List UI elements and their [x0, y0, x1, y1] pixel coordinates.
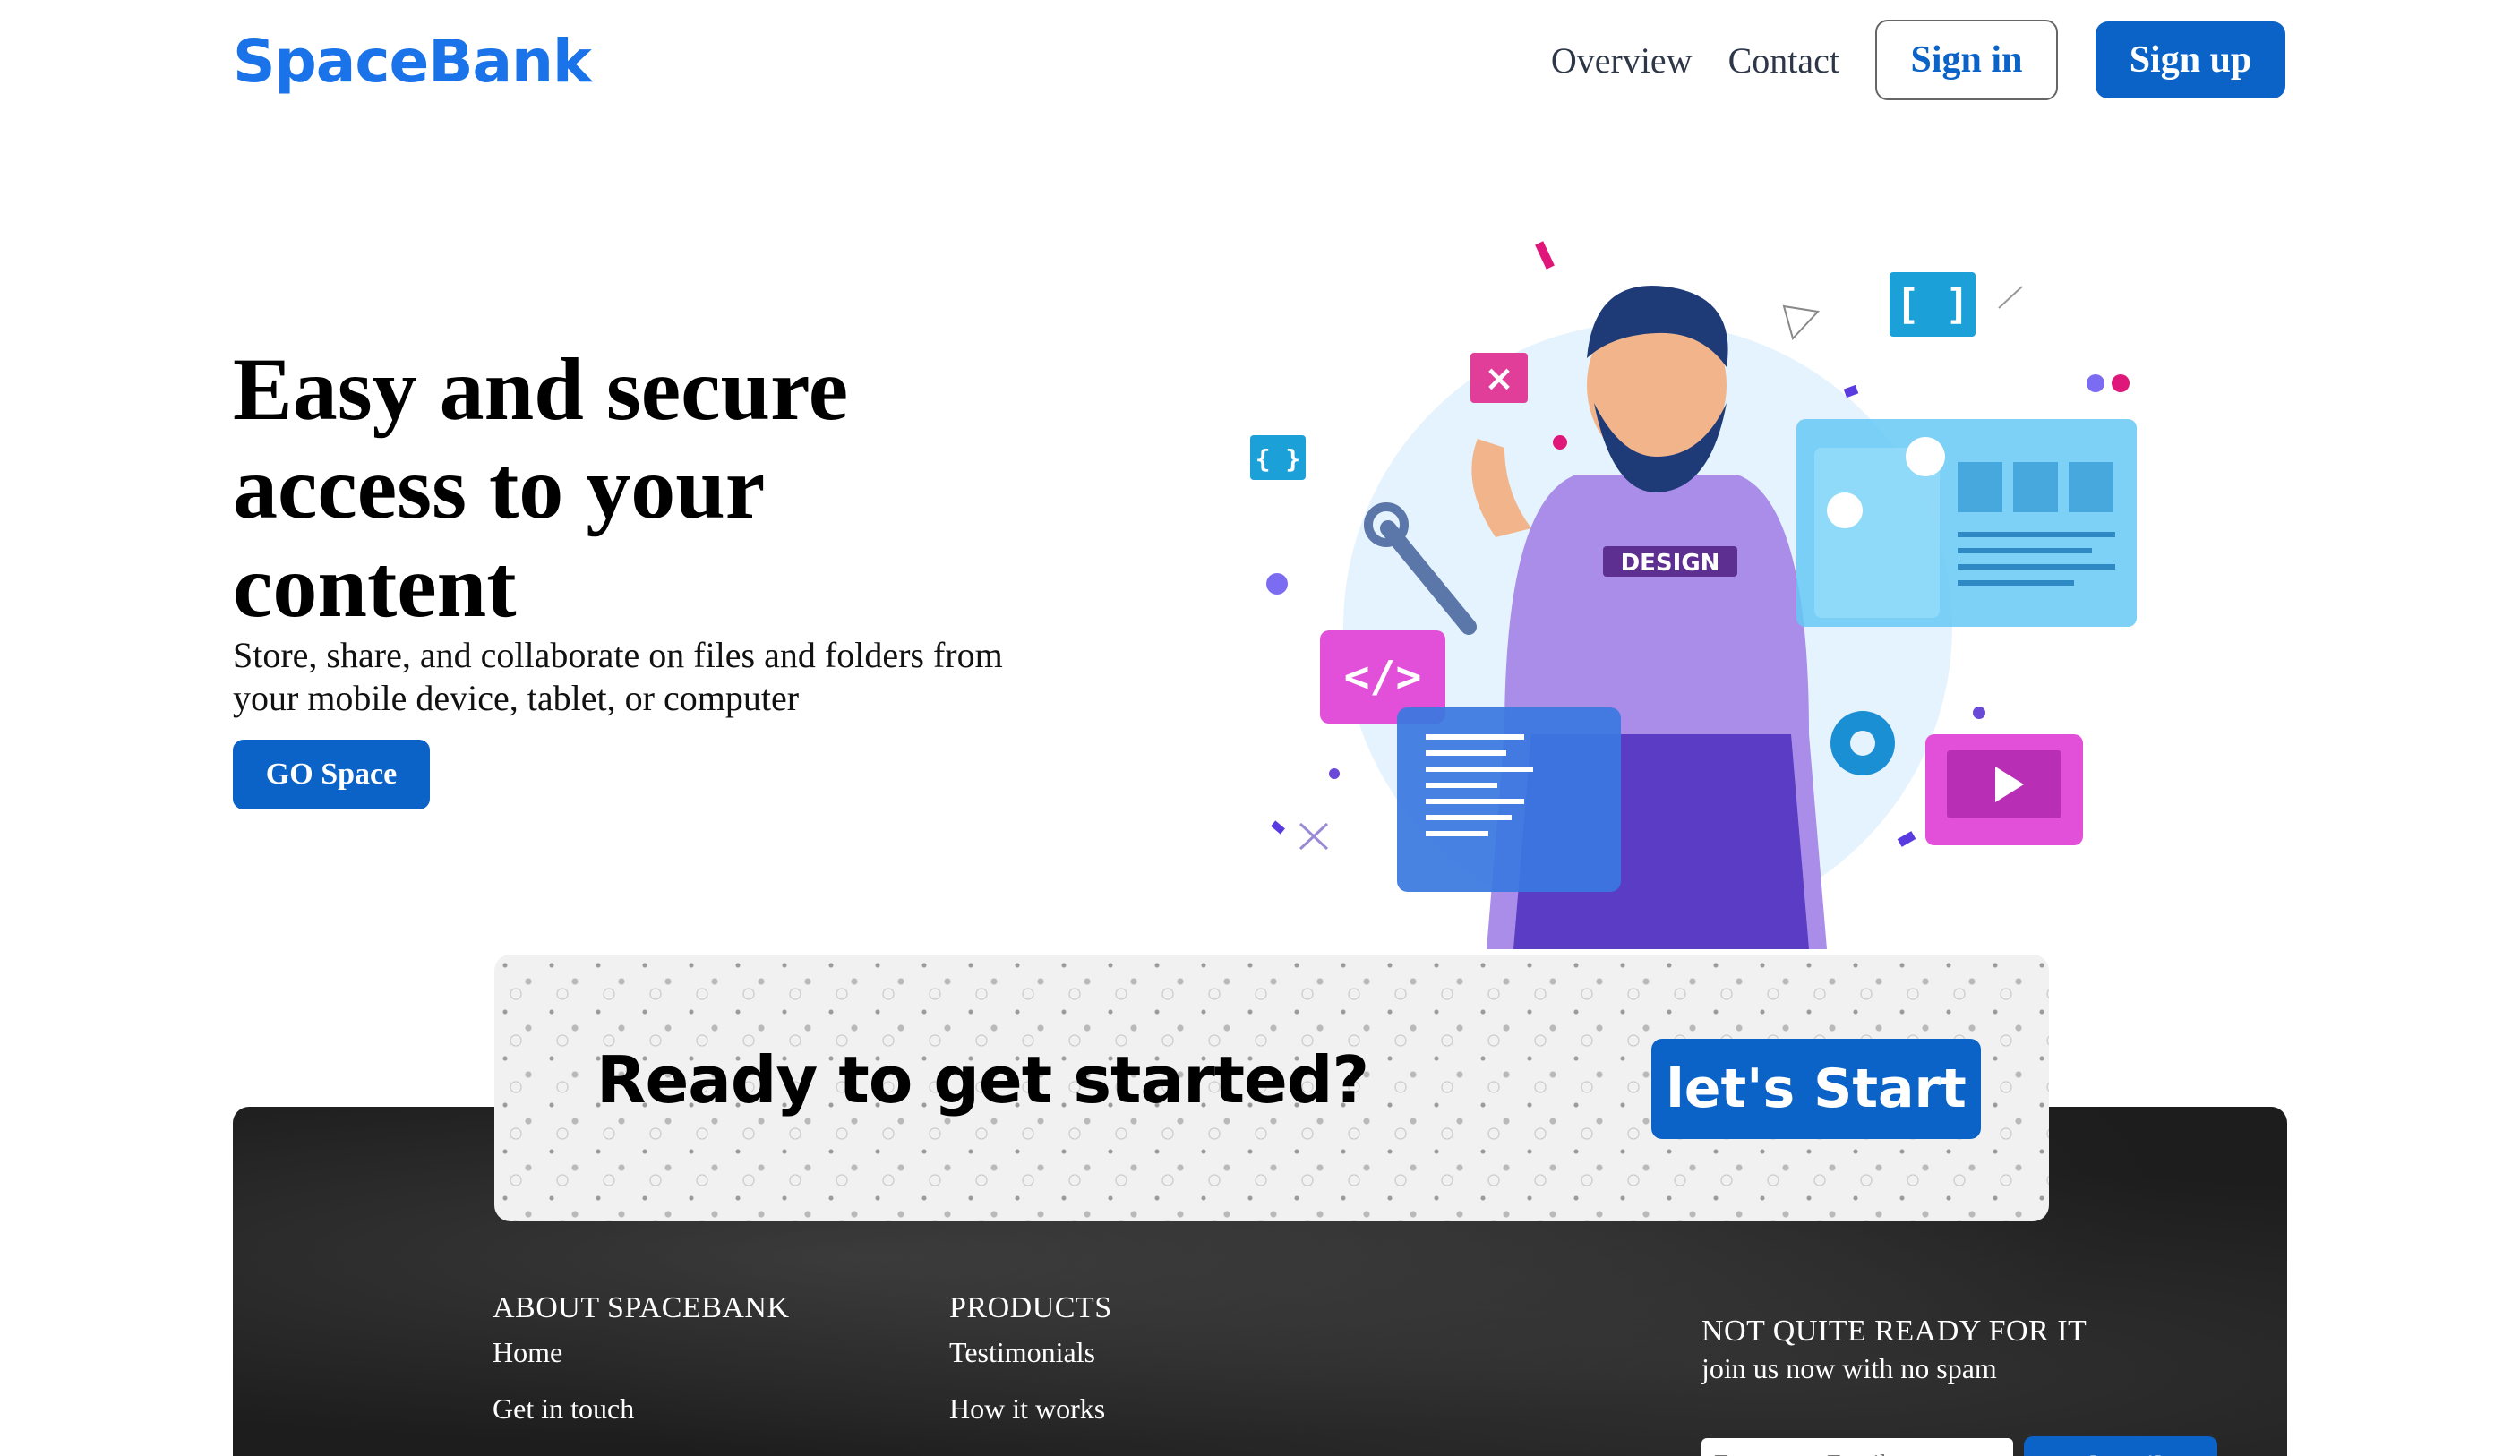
footer-link-get-in-touch[interactable]: Get in touch — [493, 1392, 790, 1426]
sign-up-button[interactable]: Sign up — [2096, 21, 2285, 98]
lets-start-button[interactable]: let's Start — [1651, 1039, 1981, 1139]
hero-subtitle: Store, share, and collaborate on files a… — [233, 635, 1003, 718]
svg-text:[ ]: [ ] — [1895, 280, 1969, 329]
hero-title: Easy and secure access to your content — [233, 339, 849, 636]
footer-about-column: ABOUT SPACEBANK Home Get in touch — [493, 1291, 790, 1449]
sign-in-button[interactable]: Sign in — [1875, 20, 2058, 100]
footer-about-heading: ABOUT SPACEBANK — [493, 1291, 790, 1324]
hero-illustration: [ ] { } DESIGN × </> — [1250, 241, 2137, 949]
go-space-button[interactable]: GO Space — [233, 740, 430, 809]
footer-link-how-it-works[interactable]: How it works — [949, 1392, 1112, 1426]
nav-link-overview[interactable]: Overview — [1551, 39, 1693, 81]
svg-text:{ }: { } — [1256, 444, 1301, 474]
newsletter-text: join us now with no spam — [1701, 1352, 1997, 1384]
nav-link-contact[interactable]: Contact — [1728, 39, 1839, 81]
footer-products-column: PRODUCTS Testimonials How it works — [949, 1291, 1112, 1449]
newsletter-heading: NOT QUITE READY FOR IT — [1701, 1315, 2087, 1348]
cta-card: Ready to get started? let's Start — [494, 955, 2049, 1221]
footer-products-heading: PRODUCTS — [949, 1291, 1112, 1324]
svg-text:×: × — [1484, 358, 1514, 399]
svg-text:</>: </> — [1344, 652, 1422, 702]
cta-title: Ready to get started? — [596, 1042, 1369, 1118]
email-input[interactable] — [1701, 1438, 2013, 1456]
footer-link-testimonials[interactable]: Testimonials — [949, 1336, 1112, 1369]
top-nav: Overview Contact Sign in Sign up — [1551, 20, 2285, 100]
svg-text:DESIGN: DESIGN — [1621, 550, 1720, 577]
footer-newsletter-column: NOT QUITE READY FOR IT join us now with … — [1701, 1315, 2087, 1385]
logo[interactable]: SpaceBank — [233, 27, 592, 96]
subscribe-button[interactable]: Subscribe — [2024, 1436, 2217, 1456]
footer-link-home[interactable]: Home — [493, 1336, 790, 1369]
